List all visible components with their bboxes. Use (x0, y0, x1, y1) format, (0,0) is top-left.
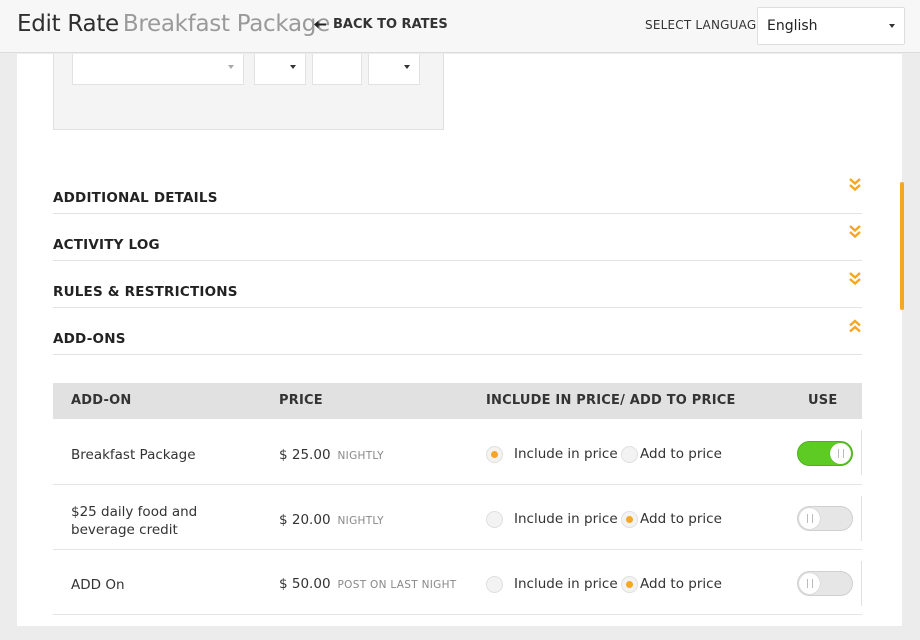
double-chevron-down-icon (849, 272, 861, 286)
section-add-ons[interactable]: ADD-ONS (53, 308, 862, 355)
column-header-price: PRICE (279, 393, 323, 408)
add-to-price-radio[interactable] (621, 576, 638, 593)
double-chevron-down-icon (849, 225, 861, 239)
language-select-value: English (767, 18, 818, 34)
use-toggle[interactable] (797, 571, 853, 596)
section-label: RULES & RESTRICTIONS (53, 284, 238, 300)
include-in-price-radio[interactable] (486, 511, 503, 528)
addon-name: Breakfast Package (71, 447, 196, 463)
add-to-price-label[interactable]: Add to price (640, 576, 722, 592)
addon-price: $ 20.00 NIGHTLY (279, 512, 384, 528)
add-to-price-radio[interactable] (621, 511, 638, 528)
addon-price: $ 50.00 POST ON LAST NIGHT (279, 576, 457, 592)
divider (861, 430, 862, 475)
price-value: $ 20.00 (279, 512, 331, 528)
toggle-knob (799, 508, 820, 529)
section-activity-log[interactable]: ACTIVITY LOG (53, 214, 862, 261)
add-to-price-label[interactable]: Add to price (640, 446, 722, 462)
section-rules-restrictions[interactable]: RULES & RESTRICTIONS (53, 261, 862, 308)
table-row: Breakfast Package $ 25.00 NIGHTLY Include… (53, 420, 862, 485)
addon-name: $25 daily food and beverage credit (71, 504, 198, 538)
caret-down-icon (404, 65, 410, 69)
double-chevron-down-icon (849, 178, 861, 192)
price-unit: NIGHTLY (337, 450, 384, 462)
column-header-include: INCLUDE IN PRICE/ ADD TO PRICE (486, 393, 736, 408)
include-in-price-label[interactable]: Include in price (514, 511, 618, 527)
divider (861, 561, 862, 606)
section-label: ACTIVITY LOG (53, 237, 160, 253)
scrollbar-thumb[interactable] (900, 182, 904, 310)
page-title: Edit Rate Breakfast Package (17, 11, 330, 37)
include-in-price-label[interactable]: Include in price (514, 576, 618, 592)
page-title-main: Edit Rate (17, 11, 119, 37)
arrow-left-icon (314, 20, 326, 29)
add-to-price-radio[interactable] (621, 446, 638, 463)
include-in-price-radio[interactable] (486, 576, 503, 593)
table-row: ADD On $ 50.00 POST ON LAST NIGHT Include… (53, 551, 862, 615)
use-toggle[interactable] (797, 441, 853, 466)
page-title-subtitle: Breakfast Package (122, 11, 330, 37)
form-input-3[interactable] (312, 54, 362, 85)
toggle-knob (830, 443, 851, 464)
form-select-1[interactable] (72, 54, 244, 85)
price-unit: NIGHTLY (337, 515, 384, 527)
language-select[interactable]: English (757, 7, 905, 45)
section-label: ADD-ONS (53, 331, 126, 347)
section-additional-details[interactable]: ADDITIONAL DETAILS (53, 167, 862, 214)
caret-down-icon (290, 65, 296, 69)
price-value: $ 25.00 (279, 447, 331, 463)
toggle-knob (799, 573, 820, 594)
use-toggle[interactable] (797, 506, 853, 531)
price-value: $ 50.00 (279, 576, 331, 592)
form-select-2[interactable] (254, 54, 306, 85)
previous-form-panel (53, 54, 444, 130)
back-to-rates-label: BACK TO RATES (333, 17, 448, 32)
addon-price: $ 25.00 NIGHTLY (279, 447, 384, 463)
table-row: $25 daily food and beverage credit $ 20.… (53, 486, 862, 550)
divider (861, 496, 862, 541)
caret-down-icon (228, 65, 234, 69)
price-unit: POST ON LAST NIGHT (337, 579, 457, 591)
include-in-price-label[interactable]: Include in price (514, 446, 618, 462)
section-label: ADDITIONAL DETAILS (53, 190, 218, 206)
column-header-addon: ADD-ON (71, 393, 132, 408)
double-chevron-up-icon (849, 319, 861, 333)
select-language-label: SELECT LANGUAGE (645, 18, 765, 32)
content-panel: ADDITIONAL DETAILS ACTIVITY LOG RULES & … (17, 54, 902, 626)
back-to-rates-link[interactable]: BACK TO RATES (314, 17, 448, 32)
addons-table-header: ADD-ON PRICE INCLUDE IN PRICE/ ADD TO PR… (53, 383, 862, 419)
column-header-use: USE (808, 393, 838, 408)
include-in-price-radio[interactable] (486, 446, 503, 463)
addon-name: ADD On (71, 577, 125, 593)
form-select-4[interactable] (368, 54, 420, 85)
top-bar: Edit Rate Breakfast Package BACK TO RATES… (0, 0, 920, 53)
add-to-price-label[interactable]: Add to price (640, 511, 722, 527)
caret-down-icon (889, 24, 895, 28)
